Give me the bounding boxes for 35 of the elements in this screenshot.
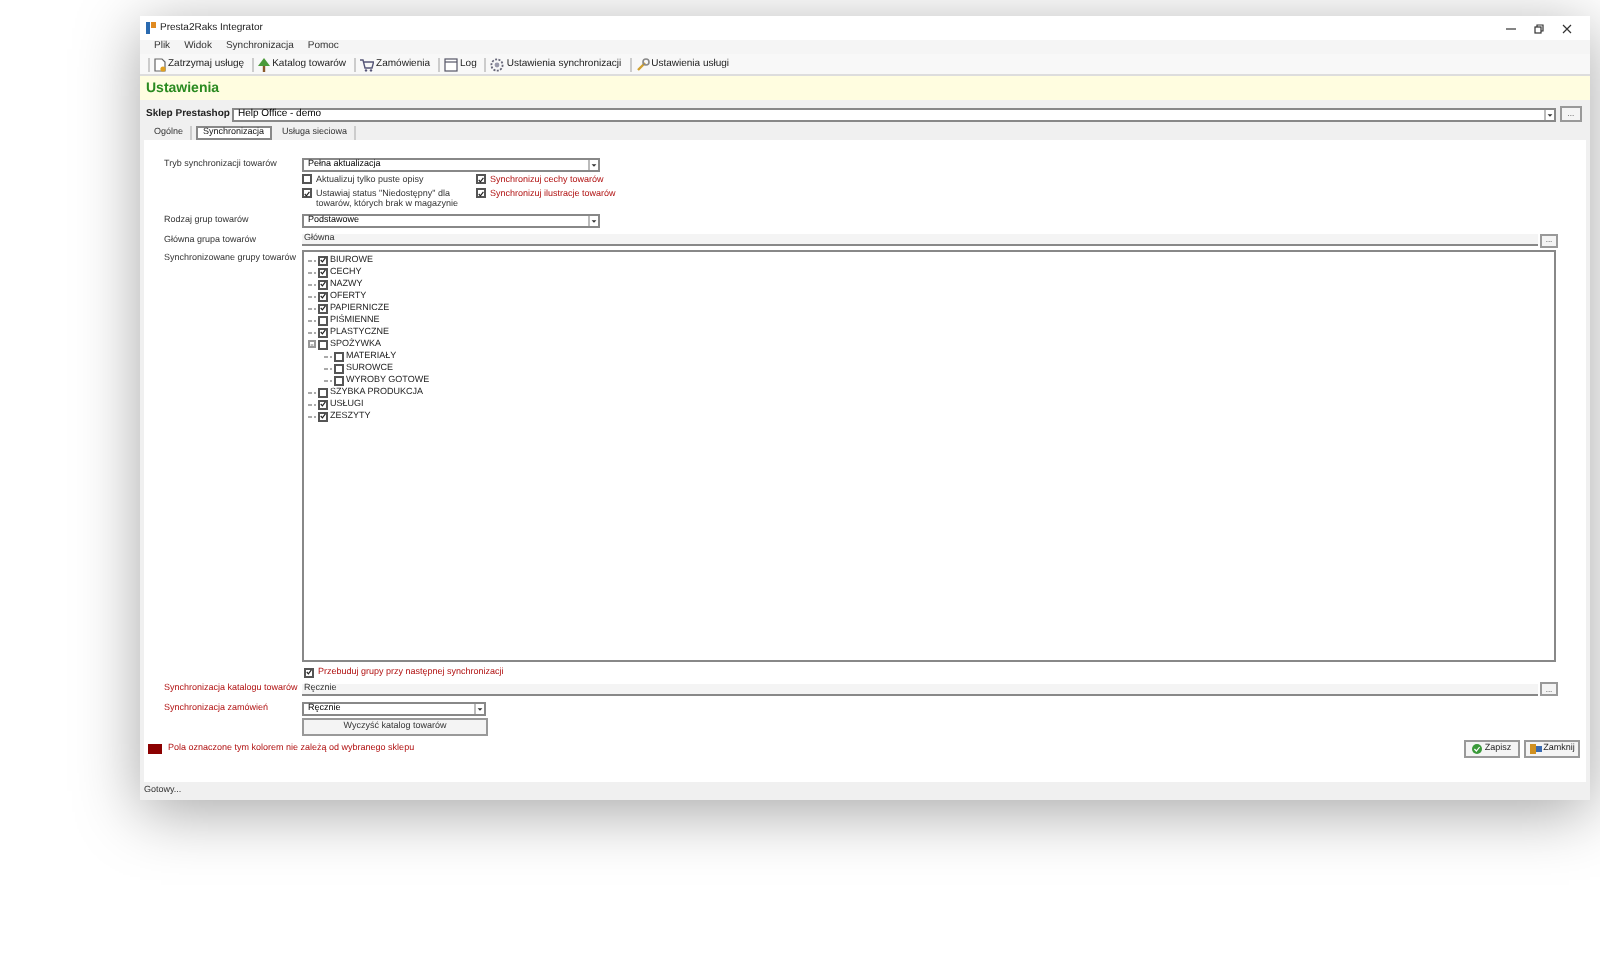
checkbox[interactable] (334, 363, 344, 373)
checkbox[interactable] (318, 267, 328, 277)
checkbox[interactable] (318, 279, 328, 289)
checkbox[interactable] (302, 174, 312, 184)
color-legend-swatch (148, 744, 162, 754)
cart-icon (360, 57, 375, 71)
dropdown-arrow-icon (1543, 109, 1554, 119)
restore-icon[interactable] (1534, 23, 1544, 33)
checkbox[interactable] (318, 387, 328, 397)
close-icon[interactable] (1562, 23, 1572, 33)
checkbox[interactable] (476, 188, 486, 198)
checkbox[interactable] (318, 411, 328, 421)
dropdown-arrow-icon (474, 703, 484, 713)
minimize-icon[interactable] (1506, 23, 1516, 33)
checkbox[interactable] (334, 375, 344, 385)
checkbox[interactable] (334, 351, 344, 361)
checkbox[interactable] (318, 315, 328, 325)
checkbox[interactable] (318, 303, 328, 313)
checkbox[interactable] (318, 399, 328, 409)
check-circle-icon (1472, 744, 1483, 754)
expand-toggle[interactable] (308, 340, 316, 348)
checkbox[interactable] (318, 291, 328, 301)
gear-icon (490, 57, 505, 71)
checkbox[interactable] (302, 188, 312, 198)
dropdown-arrow-icon (588, 216, 598, 226)
exit-icon (1529, 744, 1542, 754)
checkbox[interactable] (476, 174, 486, 184)
checkbox[interactable] (304, 667, 314, 677)
wrench-icon (635, 57, 650, 71)
checkbox[interactable] (318, 255, 328, 265)
checkbox[interactable] (318, 327, 328, 337)
app-logo-icon (146, 22, 156, 34)
dropdown-arrow-icon (588, 160, 598, 170)
checkbox[interactable] (318, 339, 328, 349)
tree-icon (258, 57, 271, 71)
